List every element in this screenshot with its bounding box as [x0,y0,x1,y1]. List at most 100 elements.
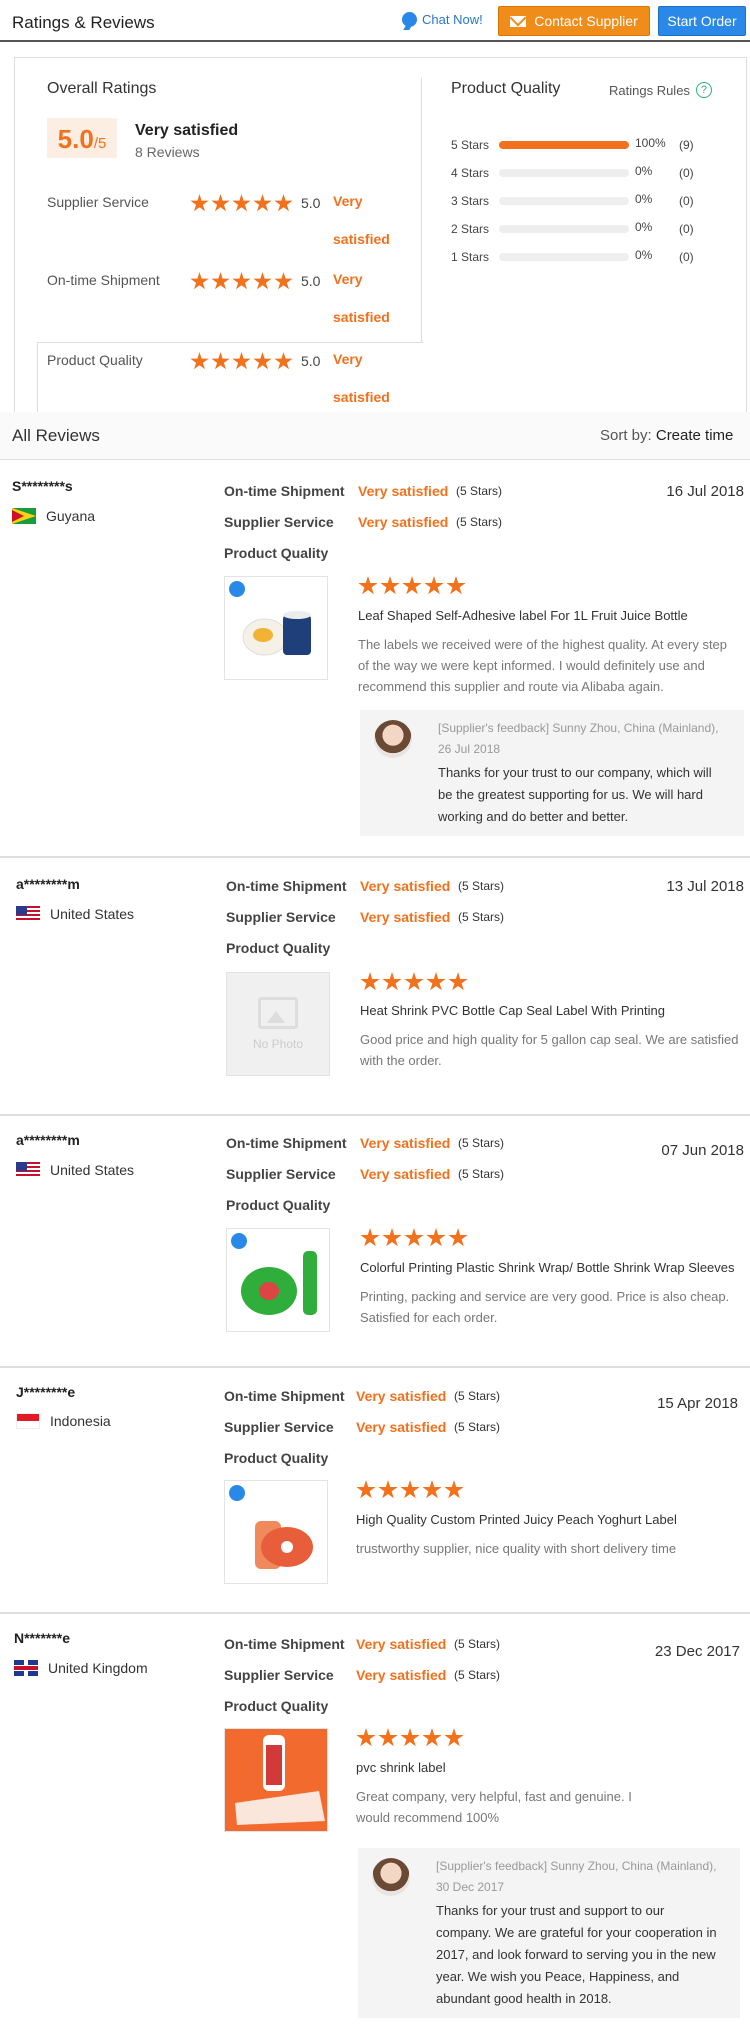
star-icon [444,1728,464,1747]
mail-icon [510,15,527,27]
reviewer-country: United States [16,1162,134,1178]
reviewer-country: United Kingdom [14,1660,148,1676]
country-name: United States [50,1162,135,1178]
service-stars-note: (5 Stars) [458,910,505,924]
distribution-bar [499,253,629,261]
review-text: The labels we received were of the highe… [358,637,728,694]
distribution-bar [499,197,629,205]
star-icon [426,972,446,991]
distribution-pct: 100% [635,136,666,150]
feedback-text: Thanks for your trust to our company, wh… [438,765,712,824]
chat-now-link[interactable]: Chat Now! [402,12,483,27]
product-thumbnail[interactable] [224,576,328,680]
no-photo-label: No Photo [252,1037,304,1051]
summary-divider [421,78,422,343]
product-thumbnail[interactable]: No Photo [226,972,330,1076]
distribution-label: 3 Stars [451,194,490,208]
shipment-value: Very satisfied [358,483,449,499]
shipment-stars-note: (5 Stars) [458,879,505,893]
page-title: Ratings & Reviews [12,13,155,32]
product-thumbnail[interactable] [226,1228,330,1332]
help-icon[interactable]: ? [695,82,712,98]
product-image [225,1729,327,1831]
review-item: a********m United States On-time Shipmen… [0,1116,750,1368]
feedback-header: [Supplier's feedback] Sunny Zhou, China … [436,1859,717,1894]
service-stars-note: (5 Stars) [454,1668,501,1682]
star-icon [402,576,422,595]
start-order-button[interactable]: Start Order [658,6,746,36]
product-name[interactable]: pvc shrink label [356,1760,446,1775]
quality-label: Product Quality [226,940,331,956]
star-icon [211,352,230,370]
review-text: Great company, very helpful, fast and ge… [356,1789,632,1825]
contact-supplier-button[interactable]: Contact Supplier [498,6,650,36]
product-name[interactable]: Heat Shrink PVC Bottle Cap Seal Label Wi… [360,1003,665,1018]
distribution-count: (0) [679,250,694,264]
reviewer-name: J********e [16,1384,76,1400]
review-stars [358,576,466,596]
shipment-value: Very satisfied [360,878,451,894]
review-date: 15 Apr 2018 [657,1395,738,1412]
star-icon [274,194,293,212]
service-stars-note: (5 Stars) [456,515,503,529]
star-icon [400,1480,420,1499]
product-name[interactable]: Leaf Shaped Self-Adhesive label For 1L F… [358,608,688,623]
reviewer-name: N*******e [14,1630,71,1646]
ratings-rules-link[interactable]: Ratings Rules ? [609,82,712,98]
sort-control[interactable]: Sort by: Create time [600,427,733,444]
star-icon [232,194,251,212]
star-icon [360,1228,380,1247]
distribution-bar [499,225,629,233]
distribution-label: 4 Stars [451,166,490,180]
star-icon [190,352,209,370]
supplier-avatar [374,720,412,758]
star-icon [444,1480,464,1499]
distribution-pct: 0% [635,220,653,234]
distribution-label: 5 Stars [451,138,490,152]
category-name: Product Quality [47,352,143,368]
shipment-stars-note: (5 Stars) [454,1389,501,1403]
star-icon [382,1228,402,1247]
reviewer-country: United States [16,906,134,922]
review-text: Good price and high quality for 5 gallon… [360,1032,739,1068]
star-icon [404,1228,424,1247]
product-name[interactable]: High Quality Custom Printed Juicy Peach … [356,1512,677,1527]
service-stars-note: (5 Stars) [458,1167,505,1181]
shipment-label: On-time Shipment [226,1135,347,1151]
distribution-fill [499,141,629,149]
service-label: Supplier Service [226,909,336,925]
distribution-pct: 0% [635,164,653,178]
review-item: a********m United States On-time Shipmen… [0,858,750,1116]
shipment-value: Very satisfied [356,1636,447,1652]
review-item: N*******e United Kingdom On-time Shipmen… [0,1614,750,2029]
distribution-count: (0) [679,194,694,208]
overall-label: Very satisfied [135,122,239,139]
category-score: 5.0 [301,273,321,289]
star-icon [446,576,466,595]
service-label: Supplier Service [226,1166,336,1182]
shipment-label: On-time Shipment [224,1388,345,1404]
product-quality-title: Product Quality [451,80,561,97]
quality-label: Product Quality [224,545,329,561]
product-thumbnail[interactable] [224,1728,328,1832]
product-thumbnail[interactable] [224,1480,328,1584]
shipment-stars-note: (5 Stars) [454,1637,501,1651]
distribution-label: 1 Stars [451,250,490,264]
review-stars [356,1480,464,1500]
feedback-text: Thanks for your trust and support to our… [436,1903,717,2006]
product-name[interactable]: Colorful Printing Plastic Shrink Wrap/ B… [360,1260,735,1275]
us-flag-icon [16,1162,40,1178]
review-stars [360,1228,468,1248]
distribution-bar [499,141,629,149]
shipment-stars-note: (5 Stars) [458,1136,505,1150]
distribution-label: 2 Stars [451,222,490,236]
star-icon [232,272,251,290]
star-icon [424,576,444,595]
star-icon [400,1728,420,1747]
country-name: Guyana [46,508,96,524]
star-icon [211,272,230,290]
distribution-row: 2 Stars 0% (0) [451,220,731,238]
review-stars [356,1728,464,1748]
quality-label: Product Quality [224,1698,329,1714]
star-icon [422,1728,442,1747]
